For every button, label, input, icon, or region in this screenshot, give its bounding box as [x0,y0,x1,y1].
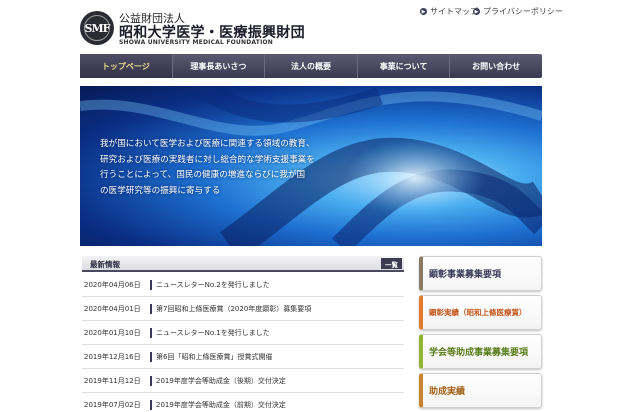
news-title: 最新情報 [90,260,120,269]
hero-line: 研究および医療の実践者に対し総合的な学術支援事業を [100,154,315,165]
news-marker [150,327,152,338]
news-date: 2020年04月01日 [84,304,141,313]
news-text[interactable]: 第7回昭和上條医療賞（2020年度顕彰）募集要項 [156,304,311,314]
banner-award-application[interactable]: 顕彰事業募集要項 [419,256,542,291]
banner-grant-results[interactable]: 助成実績 [419,373,542,408]
hero-line: 行うことによって、国民の健康の増進ならびに我が国 [100,170,306,180]
hero-mission-text: 我が国において医学および医療に関連する領域の教育、 研究および医療の実践者に対し… [100,137,370,199]
nav-item-business[interactable]: 事業について [356,54,450,78]
news-date: 2019年11月12日 [84,376,141,385]
nav-item-greeting[interactable]: 理事長あいさつ [171,54,265,78]
news-all-button[interactable]: 一覧 [381,258,402,269]
hero-banner: 我が国において医学および医療に関連する領域の教育、 研究および医療の実践者に対し… [80,86,542,246]
news-date: 2019年07月02日 [84,400,141,409]
org-name-english: SHOWA UNIVERSITY MEDICAL FOUNDATION [119,39,274,46]
news-text[interactable]: 2019年度学会等助成金（後期）交付決定 [156,376,286,386]
logo-monogram: SMF [84,15,110,41]
news-item[interactable]: 2020年04月01日 第7回昭和上條医療賞（2020年度顕彰）募集要項 [82,297,404,321]
news-marker [150,279,152,290]
foundation-logo[interactable]: SMF [80,11,114,45]
privacy-policy-link[interactable]: ▶ プライバシーポリシー [473,6,563,17]
news-date: 2020年04月06日 [84,280,141,289]
arrow-circle-icon: ▶ [473,8,480,15]
nav-item-overview[interactable]: 法人の概要 [264,54,357,78]
news-header: 最新情報 一覧 [82,256,404,272]
arrow-circle-icon: ▶ [420,8,427,15]
privacy-policy-link-label: プライバシーポリシー [483,7,563,16]
hero-line: の医学研究等の振興に寄与する [100,185,221,196]
nav-item-top[interactable]: トップページ [80,54,172,78]
main-nav: トップページ 理事長あいさつ 法人の概要 事業について お問い合わせ [80,54,542,78]
news-text[interactable]: ニュースレターNo.2を発行しました [156,280,270,290]
news-text[interactable]: ニュースレターNo.1を発行しました [156,328,270,338]
nav-item-contact[interactable]: お問い合わせ [449,54,542,78]
news-date: 2019年12月16日 [84,352,141,361]
news-item[interactable]: 2019年07月02日 2019年度学会等助成金（前期）交付決定 [82,393,404,412]
news-date: 2020年01月10日 [84,328,141,337]
news-item[interactable]: 2020年01月10日 ニュースレターNo.1を発行しました [82,321,404,345]
news-marker [150,303,152,314]
banner-grant-application[interactable]: 学会等助成事業募集要項 [419,334,542,369]
hero-line: 我が国において医学および医療に関連する領域の教育、 [100,139,315,149]
sitemap-link[interactable]: ▶ サイトマップ [420,6,478,17]
banner-award-results[interactable]: 顕彰実績（昭和上條医療賞） [419,295,542,330]
news-item[interactable]: 2019年12月16日 第6回「昭和上條医療賞」授賞式開催 [82,345,404,369]
news-text[interactable]: 第6回「昭和上條医療賞」授賞式開催 [156,352,272,362]
sitemap-link-label: サイトマップ [430,7,478,16]
news-marker [150,399,152,410]
news-marker [150,375,152,386]
news-item[interactable]: 2020年04月06日 ニュースレターNo.2を発行しました [82,273,404,297]
news-marker [150,351,152,362]
news-item[interactable]: 2019年11月12日 2019年度学会等助成金（後期）交付決定 [82,369,404,393]
news-list: 2020年04月06日 ニュースレターNo.2を発行しました 2020年04月0… [82,273,404,412]
news-text[interactable]: 2019年度学会等助成金（前期）交付決定 [156,400,286,410]
